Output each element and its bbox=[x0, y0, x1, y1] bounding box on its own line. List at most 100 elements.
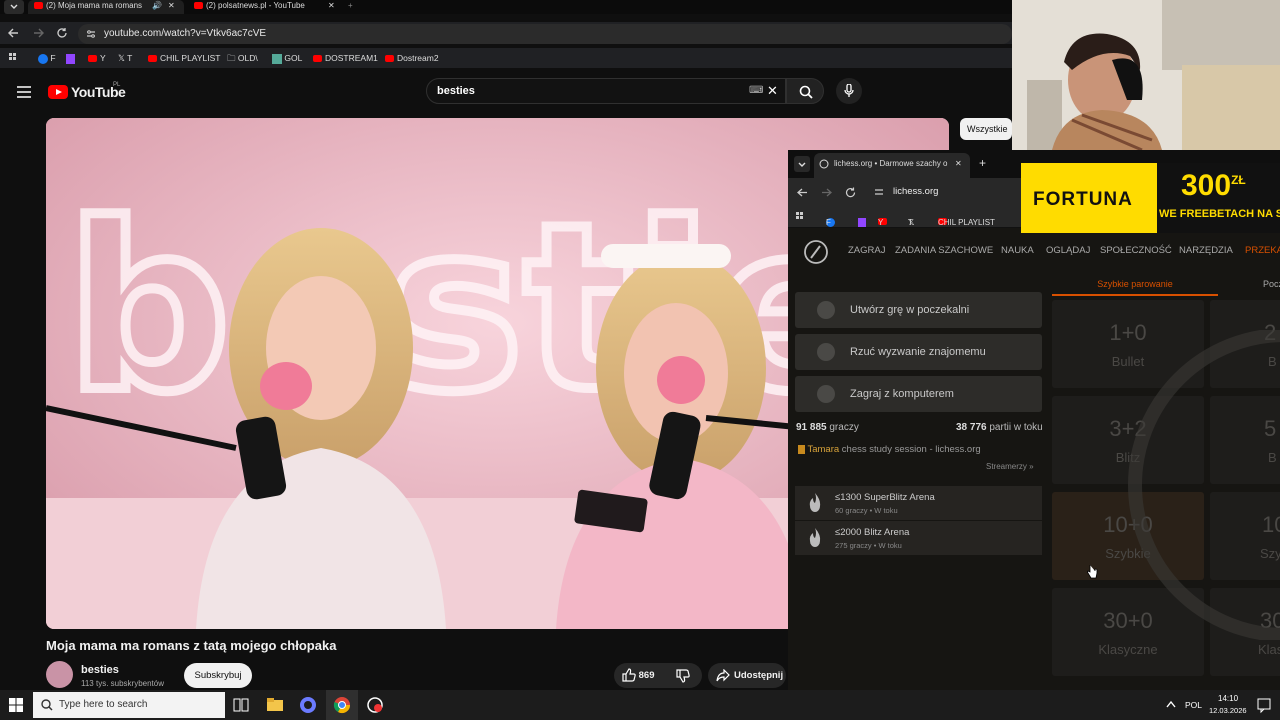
nav-donate[interactable]: PRZEKA bbox=[1245, 245, 1280, 256]
apps-grid-icon[interactable] bbox=[796, 212, 806, 222]
tab-title: (2) Moja mama ma romans bbox=[46, 1, 143, 10]
subscribe-button[interactable]: Subskrybuj bbox=[184, 663, 252, 688]
site-info-icon[interactable] bbox=[874, 187, 884, 197]
chip-all[interactable]: Wszystkie bbox=[960, 118, 1012, 140]
featured-stream[interactable]: Tamara chess study session - lichess.org bbox=[798, 444, 981, 455]
tab-lobby[interactable]: Pocz bbox=[1263, 276, 1280, 292]
challenge-friend-button[interactable]: Rzuć wyzwanie znajomemu bbox=[795, 334, 1042, 370]
notifications-icon[interactable] bbox=[1257, 698, 1275, 716]
keyboard-icon[interactable]: ⌨ bbox=[749, 79, 763, 103]
bookmark-dostream1[interactable]: DOSTREAM1 bbox=[313, 52, 378, 64]
games-in-progress[interactable]: 38 776 partii w toku bbox=[956, 422, 1043, 433]
share-arrow-icon bbox=[716, 669, 730, 682]
reload-icon[interactable] bbox=[845, 187, 856, 198]
folder-icon: 🗀 bbox=[227, 53, 238, 63]
streamers-link[interactable]: Streamerzy » bbox=[986, 462, 1034, 471]
bookmark-y[interactable]: Y bbox=[88, 52, 106, 64]
bookmark-t[interactable]: 𝕏 T bbox=[118, 52, 132, 64]
file-explorer-icon[interactable] bbox=[266, 696, 284, 714]
taskbar-search-input[interactable]: Type here to search bbox=[33, 692, 225, 718]
nav-community[interactable]: SPOŁECZNOŚĆ bbox=[1100, 245, 1172, 256]
forward-arrow-icon[interactable] bbox=[32, 27, 44, 39]
chevron-up-icon[interactable] bbox=[1166, 699, 1184, 717]
clear-search-icon[interactable]: ✕ bbox=[767, 79, 778, 103]
tab-search-button[interactable] bbox=[4, 0, 24, 14]
bookmark-twitch[interactable] bbox=[66, 52, 75, 64]
new-tab-button[interactable]: + bbox=[979, 156, 986, 170]
app-icon-red-circle[interactable] bbox=[366, 696, 384, 714]
windows-taskbar: Type here to search POL 14:10 12.03.2026 bbox=[0, 690, 1280, 720]
app-icon-obs[interactable] bbox=[299, 696, 317, 714]
site-info-icon[interactable] bbox=[86, 29, 96, 39]
channel-avatar[interactable] bbox=[46, 661, 73, 688]
bookmark-old[interactable]: 🗀 OLD\ bbox=[227, 52, 258, 64]
nav-puzzles[interactable]: ZADANIA SZACHOWE bbox=[895, 245, 993, 256]
nav-play[interactable]: ZAGRAJ bbox=[848, 245, 885, 256]
windows-start-icon[interactable] bbox=[9, 698, 27, 716]
chevron-down-icon bbox=[798, 162, 806, 167]
cpu-icon bbox=[817, 385, 835, 403]
tab-close-icon[interactable]: ✕ bbox=[168, 0, 175, 12]
url-text: youtube.com/watch?v=Vtkv6ac7cVE bbox=[104, 28, 267, 39]
back-arrow-icon[interactable] bbox=[797, 187, 808, 198]
loading-ring bbox=[1128, 330, 1280, 640]
tab-youtube-video[interactable]: (2) Moja mama ma romans 🔊 ✕ bbox=[28, 0, 184, 14]
like-button[interactable]: 869 bbox=[622, 663, 655, 688]
clock-date[interactable]: 12.03.2026 bbox=[1209, 706, 1247, 715]
bookmark-dostream2[interactable]: Dostream2 bbox=[385, 52, 439, 64]
youtube-icon bbox=[148, 55, 157, 63]
channel-name[interactable]: besties bbox=[81, 664, 119, 676]
bookmark-chil-playlist[interactable]: CHIL PLAYLIST bbox=[148, 52, 220, 64]
apps-grid-icon[interactable] bbox=[9, 53, 19, 63]
ad-brand: FORTUNA bbox=[1033, 189, 1133, 210]
back-arrow-icon[interactable] bbox=[8, 27, 20, 39]
lichess-logo-icon[interactable] bbox=[802, 238, 830, 266]
tab-polsatnews[interactable]: (2) polsatnews.pl - YouTube ✕ bbox=[188, 0, 344, 14]
fortuna-ad-banner[interactable]: FORTUNA 300ZŁ WE FREEBETACH NA STAR bbox=[1021, 163, 1280, 233]
new-tab-button[interactable]: + bbox=[348, 0, 362, 14]
youtube-header: YouTube PL besties ⌨ ✕ bbox=[0, 72, 1012, 112]
lichess-address-bar[interactable]: lichess.org bbox=[868, 182, 1018, 202]
like-count: 869 bbox=[638, 670, 655, 681]
youtube-icon bbox=[88, 55, 97, 63]
tab-close-icon[interactable]: ✕ bbox=[328, 0, 335, 12]
bookmark-f[interactable]: F bbox=[38, 52, 56, 64]
tab-search-button[interactable] bbox=[794, 156, 810, 172]
tab-strip: (2) Moja mama ma romans 🔊 ✕ (2) polsatne… bbox=[0, 0, 1012, 14]
task-view-icon[interactable] bbox=[233, 696, 251, 714]
create-lobby-game-button[interactable]: Utwórz grę w poczekalni bbox=[795, 292, 1042, 328]
search-button[interactable] bbox=[786, 78, 824, 104]
bookmark-gol[interactable]: GOL bbox=[272, 52, 302, 64]
tournament-item[interactable]: ≤1300 SuperBlitz Arena 60 graczy • W tok… bbox=[795, 486, 1042, 520]
twitch-icon bbox=[858, 218, 866, 227]
chrome-icon[interactable] bbox=[333, 696, 351, 714]
tab-lichess[interactable]: lichess.org • Darmowe szachy o ✕ bbox=[814, 153, 970, 178]
youtube-logo-icon bbox=[48, 85, 68, 99]
nav-tools[interactable]: NARZĘDZIA bbox=[1179, 245, 1233, 256]
audio-playing-icon: 🔊 bbox=[152, 1, 162, 10]
share-button[interactable]: Udostępnij bbox=[708, 663, 786, 688]
clock-time[interactable]: 14:10 bbox=[1218, 694, 1238, 703]
menu-icon[interactable] bbox=[17, 86, 31, 98]
tournament-item[interactable]: ≤2000 Blitz Arena 275 graczy • W toku bbox=[795, 521, 1042, 555]
address-bar[interactable]: youtube.com/watch?v=Vtkv6ac7cVE bbox=[78, 24, 1012, 44]
youtube-icon bbox=[385, 55, 394, 63]
search-input[interactable]: besties ⌨ ✕ bbox=[426, 78, 786, 104]
toolbar: youtube.com/watch?v=Vtkv6ac7cVE bbox=[0, 22, 1012, 44]
forward-arrow-icon[interactable] bbox=[821, 187, 832, 198]
thumbs-down-icon[interactable] bbox=[676, 669, 690, 683]
voice-search-button[interactable] bbox=[836, 78, 862, 104]
nav-watch[interactable]: OGLĄDAJ bbox=[1046, 245, 1090, 256]
youtube-favicon-icon bbox=[34, 2, 43, 10]
players-online[interactable]: 91 885 graczy bbox=[796, 422, 859, 433]
nav-learn[interactable]: NAUKA bbox=[1001, 245, 1034, 256]
reload-icon[interactable] bbox=[56, 27, 68, 39]
twitch-icon bbox=[66, 53, 75, 64]
language-indicator[interactable]: POL bbox=[1185, 700, 1202, 710]
flame-icon bbox=[809, 528, 821, 547]
tab-close-icon[interactable]: ✕ bbox=[955, 153, 962, 175]
play-computer-button[interactable]: Zagraj z komputerem bbox=[795, 376, 1042, 412]
flame-icon bbox=[809, 493, 821, 512]
tab-quick-pairing[interactable]: Szybkie parowanie bbox=[1052, 276, 1218, 296]
webcam-feed bbox=[1012, 0, 1280, 150]
